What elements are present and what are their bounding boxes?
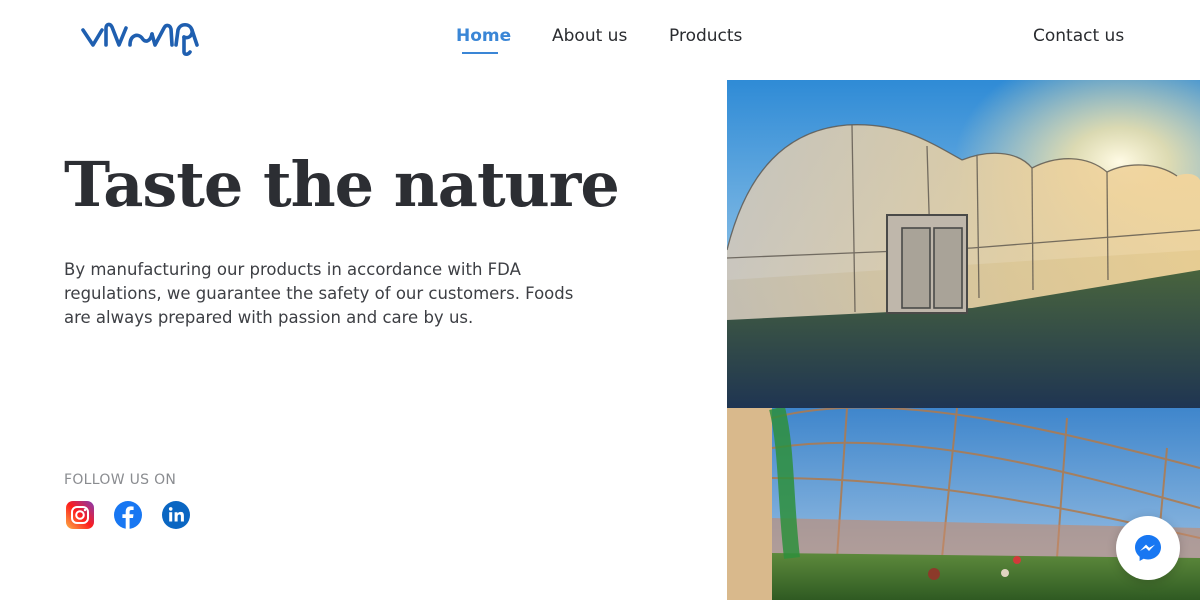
messenger-icon <box>1135 535 1161 561</box>
hero-title: Taste the nature <box>64 148 620 221</box>
hero-description: By manufacturing our products in accorda… <box>64 260 574 327</box>
brand-logo[interactable] <box>80 18 202 58</box>
nav-about[interactable]: About us <box>552 26 627 46</box>
nav-active-indicator <box>462 52 498 54</box>
greenhouse-exterior-image <box>727 80 1200 408</box>
nav-products[interactable]: Products <box>669 26 742 46</box>
instagram-icon[interactable] <box>65 500 95 530</box>
linkedin-icon[interactable] <box>161 500 191 530</box>
facebook-icon[interactable] <box>113 500 143 530</box>
nav-home[interactable]: Home <box>456 26 511 46</box>
follow-us-label: FOLLOW US ON <box>64 472 177 488</box>
nav-contact[interactable]: Contact us <box>1033 26 1124 46</box>
messenger-chat-button[interactable] <box>1116 516 1180 580</box>
